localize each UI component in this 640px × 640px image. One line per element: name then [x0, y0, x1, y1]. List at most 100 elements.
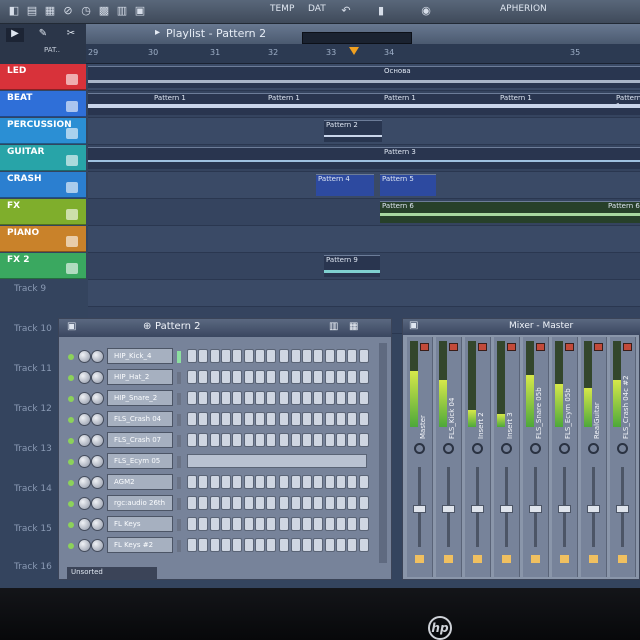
insert-toggle-button[interactable] [449, 343, 458, 351]
mixer-strip[interactable]: FLS_Ecym 05b [552, 337, 578, 577]
record-arm-button[interactable] [473, 555, 482, 563]
record-arm-button[interactable] [502, 555, 511, 563]
volume-fader[interactable] [413, 505, 426, 513]
no-entry-icon[interactable]: ⊘ [62, 5, 74, 17]
step-button[interactable] [302, 496, 312, 510]
insert-toggle-button[interactable] [565, 343, 574, 351]
track-header-piano[interactable]: PIANO [0, 226, 86, 252]
step-button[interactable] [187, 349, 197, 363]
step-button[interactable] [358, 475, 369, 489]
clip-label[interactable]: Pattern 1 [384, 94, 416, 102]
mixer-strip[interactable]: FLS_Snare 05b [523, 337, 549, 577]
track-header-9[interactable]: Track 9 [0, 280, 86, 320]
pan-knob[interactable] [78, 497, 91, 510]
insert-toggle-button[interactable] [478, 343, 487, 351]
step-button[interactable] [290, 538, 301, 552]
step-button[interactable] [279, 475, 290, 489]
pan-knob[interactable] [530, 443, 541, 454]
playback-marker-icon[interactable] [349, 47, 359, 55]
channel-rack-header[interactable]: ▣ ⊕ Pattern 2 ▥ ▦ [59, 319, 391, 337]
pan-knob[interactable] [78, 392, 91, 405]
channel-led[interactable] [68, 375, 74, 381]
step-button[interactable] [324, 538, 335, 552]
step-button[interactable] [313, 517, 324, 531]
step-button[interactable] [198, 517, 209, 531]
step-button[interactable] [254, 412, 265, 426]
step-button[interactable] [232, 370, 243, 384]
pan-knob[interactable] [443, 443, 454, 454]
brush-tab-icon[interactable]: ▶ [6, 28, 24, 42]
step-button[interactable] [198, 412, 209, 426]
step-button[interactable] [302, 538, 312, 552]
channel-name-button[interactable]: FL Keys #2 [107, 537, 173, 553]
insert-toggle-button[interactable] [536, 343, 545, 351]
step-button[interactable] [302, 475, 312, 489]
title-arrow-icon[interactable]: ▸ [155, 27, 160, 38]
channel-led[interactable] [68, 354, 74, 360]
step-button[interactable] [279, 370, 290, 384]
channel-select-indicator[interactable] [177, 435, 181, 447]
pan-knob[interactable] [78, 371, 91, 384]
step-button[interactable] [243, 349, 254, 363]
step-button[interactable] [347, 496, 358, 510]
step-button[interactable] [347, 433, 358, 447]
step-button[interactable] [279, 517, 290, 531]
step-button[interactable] [358, 349, 369, 363]
channel-select-indicator[interactable] [177, 372, 181, 384]
pencil-tab-icon[interactable]: ✎ [34, 28, 52, 42]
step-button[interactable] [243, 412, 254, 426]
track-header-guitar[interactable]: GUITAR [0, 145, 86, 171]
step-button[interactable] [266, 412, 277, 426]
step-button[interactable] [209, 349, 220, 363]
channel-name-button[interactable]: rgc:audio 26th [107, 495, 173, 511]
volume-fader[interactable] [558, 505, 571, 513]
channel-led[interactable] [68, 417, 74, 423]
pan-knob[interactable] [501, 443, 512, 454]
step-button[interactable] [220, 538, 231, 552]
step-button[interactable] [313, 538, 324, 552]
step-button[interactable] [198, 391, 209, 405]
step-button[interactable] [243, 475, 254, 489]
step-button[interactable] [187, 370, 197, 384]
channel-name-button[interactable]: FL Keys [107, 516, 173, 532]
insert-toggle-button[interactable] [623, 343, 632, 351]
step-button[interactable] [209, 496, 220, 510]
step-button[interactable] [254, 475, 265, 489]
step-button[interactable] [232, 412, 243, 426]
volume-knob[interactable] [91, 518, 104, 531]
step-button[interactable] [347, 412, 358, 426]
step-button[interactable] [290, 496, 301, 510]
pan-knob[interactable] [78, 413, 91, 426]
channel-filter-select[interactable]: Unsorted [67, 567, 157, 579]
step-button[interactable] [232, 496, 243, 510]
step-button[interactable] [313, 370, 324, 384]
step-button[interactable] [279, 349, 290, 363]
step-button[interactable] [243, 433, 254, 447]
step-button[interactable] [335, 412, 346, 426]
step-button[interactable] [209, 391, 220, 405]
step-button[interactable] [324, 412, 335, 426]
channel-led[interactable] [68, 459, 74, 465]
pattern-add-icon[interactable]: ⊕ [143, 321, 151, 332]
channel-name-button[interactable]: AGM2 [107, 474, 173, 490]
step-button[interactable] [279, 433, 290, 447]
step-button[interactable] [232, 391, 243, 405]
channel-led[interactable] [68, 396, 74, 402]
step-button[interactable] [335, 496, 346, 510]
step-button[interactable] [254, 517, 265, 531]
step-button[interactable] [198, 538, 209, 552]
pattern-selector[interactable]: Pattern 2 [155, 321, 201, 332]
step-button[interactable] [335, 538, 346, 552]
volume-fader[interactable] [471, 505, 484, 513]
record-arm-button[interactable] [589, 555, 598, 563]
pattern-icon[interactable]: ◧ [8, 5, 20, 17]
step-button[interactable] [232, 349, 243, 363]
menu-icon[interactable]: ▦ [44, 5, 56, 17]
step-button[interactable] [313, 412, 324, 426]
step-button[interactable] [347, 349, 358, 363]
step-button[interactable] [302, 391, 312, 405]
volume-fader[interactable] [529, 505, 542, 513]
step-button[interactable] [254, 391, 265, 405]
playlist-header[interactable]: ▸ Playlist - Pattern 2 [0, 24, 640, 44]
channel-select-indicator[interactable] [177, 498, 181, 510]
